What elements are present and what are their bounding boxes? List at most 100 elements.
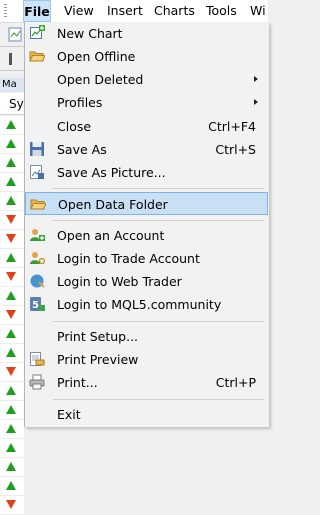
file-menu-dropdown: New Chart Open Offline Open Deleted Prof… xyxy=(24,22,269,427)
market-watch-row[interactable] xyxy=(0,344,24,363)
arrow-up-icon xyxy=(6,177,16,186)
arrow-up-icon xyxy=(6,443,16,452)
market-watch-row[interactable] xyxy=(0,154,24,173)
menu-item-login-trade-account[interactable]: Login to Trade Account xyxy=(25,247,268,270)
menu-item-open-account[interactable]: Open an Account xyxy=(25,224,268,247)
menu-item-close[interactable]: Close Ctrl+F4 xyxy=(25,115,268,138)
market-watch-row[interactable] xyxy=(0,116,24,135)
market-watch-row[interactable] xyxy=(0,458,24,477)
menubar-grip[interactable] xyxy=(4,4,7,18)
market-watch-row[interactable] xyxy=(0,230,24,249)
menu-item-label: Print Preview xyxy=(57,352,139,367)
menu-item-print-setup[interactable]: Print Setup... xyxy=(25,325,268,348)
mql5-community-icon: 5 xyxy=(30,297,45,311)
menu-bar: File View Insert Charts Tools Wi xyxy=(0,0,268,23)
menu-separator xyxy=(53,220,264,221)
arrow-down-icon xyxy=(6,215,16,224)
market-watch-row[interactable] xyxy=(0,287,24,306)
menu-item-new-chart[interactable]: New Chart xyxy=(25,22,268,45)
menu-item-login-mql5[interactable]: 5 Login to MQL5.community xyxy=(25,293,268,316)
arrow-down-icon xyxy=(6,310,16,319)
menu-insert[interactable]: Insert xyxy=(107,0,143,22)
submenu-arrow-icon xyxy=(254,76,258,82)
market-watch-row[interactable] xyxy=(0,439,24,458)
new-chart-toolbar-icon[interactable] xyxy=(0,24,24,46)
menu-tools[interactable]: Tools xyxy=(206,0,237,22)
menu-item-exit[interactable]: Exit xyxy=(25,403,268,426)
menu-item-login-web-trader[interactable]: Login to Web Trader xyxy=(25,270,268,293)
menu-item-label: Close xyxy=(57,119,92,134)
arrow-up-icon xyxy=(6,386,16,395)
menu-item-label: Save As xyxy=(57,142,107,157)
market-watch-row[interactable] xyxy=(0,192,24,211)
market-watch-row[interactable] xyxy=(0,477,24,496)
menu-item-print-preview[interactable]: Print Preview xyxy=(25,348,268,371)
market-watch-row[interactable] xyxy=(0,306,24,325)
menu-item-open-data-folder[interactable]: Open Data Folder xyxy=(25,192,268,215)
menu-item-open-offline[interactable]: Open Offline xyxy=(25,45,268,68)
menu-item-open-deleted[interactable]: Open Deleted xyxy=(25,68,268,91)
menu-separator xyxy=(53,321,264,322)
arrow-down-icon xyxy=(6,272,16,281)
menu-item-label: Open an Account xyxy=(57,228,165,243)
menu-separator xyxy=(53,399,264,400)
submenu-arrow-icon xyxy=(254,99,258,105)
menu-view[interactable]: View xyxy=(64,0,94,22)
svg-text:5: 5 xyxy=(32,300,39,311)
market-watch-title: Ma xyxy=(0,78,24,92)
menu-item-label: Login to MQL5.community xyxy=(57,297,222,312)
menu-separator xyxy=(53,188,264,189)
menu-item-label: Profiles xyxy=(57,95,103,110)
arrow-up-icon xyxy=(6,291,16,300)
arrow-down-icon xyxy=(6,367,16,376)
toolbar-arrow-icon[interactable] xyxy=(0,48,24,70)
menu-item-save-as-picture[interactable]: Save As Picture... xyxy=(25,161,268,184)
toolbar-strip xyxy=(0,24,24,47)
arrow-down-icon xyxy=(6,234,16,243)
market-watch-row[interactable] xyxy=(0,363,24,382)
arrow-up-icon xyxy=(6,253,16,262)
arrow-up-icon xyxy=(6,462,16,471)
open-folder-icon xyxy=(29,51,45,62)
menu-item-print[interactable]: Print... Ctrl+P xyxy=(25,371,268,394)
arrow-up-icon xyxy=(6,139,16,148)
market-watch-rows xyxy=(0,116,24,515)
market-watch-row[interactable] xyxy=(0,382,24,401)
web-trader-icon xyxy=(30,274,45,288)
menu-item-label: Print Setup... xyxy=(57,329,139,344)
menu-charts[interactable]: Charts xyxy=(154,0,195,22)
arrow-up-icon xyxy=(6,120,16,129)
arrow-up-icon xyxy=(6,196,16,205)
market-watch-row[interactable] xyxy=(0,249,24,268)
open-account-icon xyxy=(30,229,45,241)
print-preview-icon xyxy=(30,352,45,366)
login-trade-icon xyxy=(30,252,45,265)
menu-item-save-as[interactable]: Save As Ctrl+S xyxy=(25,138,268,161)
market-watch-row[interactable] xyxy=(0,268,24,287)
arrow-up-icon xyxy=(6,405,16,414)
menu-item-label: Open Data Folder xyxy=(58,197,168,212)
market-watch-symbol-header[interactable]: Sy xyxy=(0,93,24,115)
market-watch-row[interactable] xyxy=(0,135,24,154)
menu-window[interactable]: Wi xyxy=(250,0,266,22)
menu-item-profiles[interactable]: Profiles xyxy=(25,91,268,114)
menu-item-label: Login to Web Trader xyxy=(57,274,182,289)
menu-item-label: Print... xyxy=(57,375,98,390)
arrow-up-icon xyxy=(6,424,16,433)
market-watch-row[interactable] xyxy=(0,211,24,230)
market-watch-row[interactable] xyxy=(0,325,24,344)
menu-item-label: Open Offline xyxy=(57,49,136,64)
arrow-down-icon xyxy=(6,500,16,509)
save-picture-icon xyxy=(30,165,44,179)
market-watch-row[interactable] xyxy=(0,173,24,192)
menu-item-label: Login to Trade Account xyxy=(57,251,200,266)
market-watch-row[interactable] xyxy=(0,401,24,420)
menu-item-label: Exit xyxy=(57,407,81,422)
market-watch-row[interactable] xyxy=(0,420,24,439)
menu-file[interactable]: File xyxy=(23,0,51,22)
arrow-up-icon xyxy=(6,348,16,357)
printer-icon xyxy=(29,374,45,390)
menu-item-shortcut: Ctrl+S xyxy=(215,142,256,157)
market-watch-row[interactable] xyxy=(0,496,24,515)
data-folder-icon xyxy=(30,199,46,210)
